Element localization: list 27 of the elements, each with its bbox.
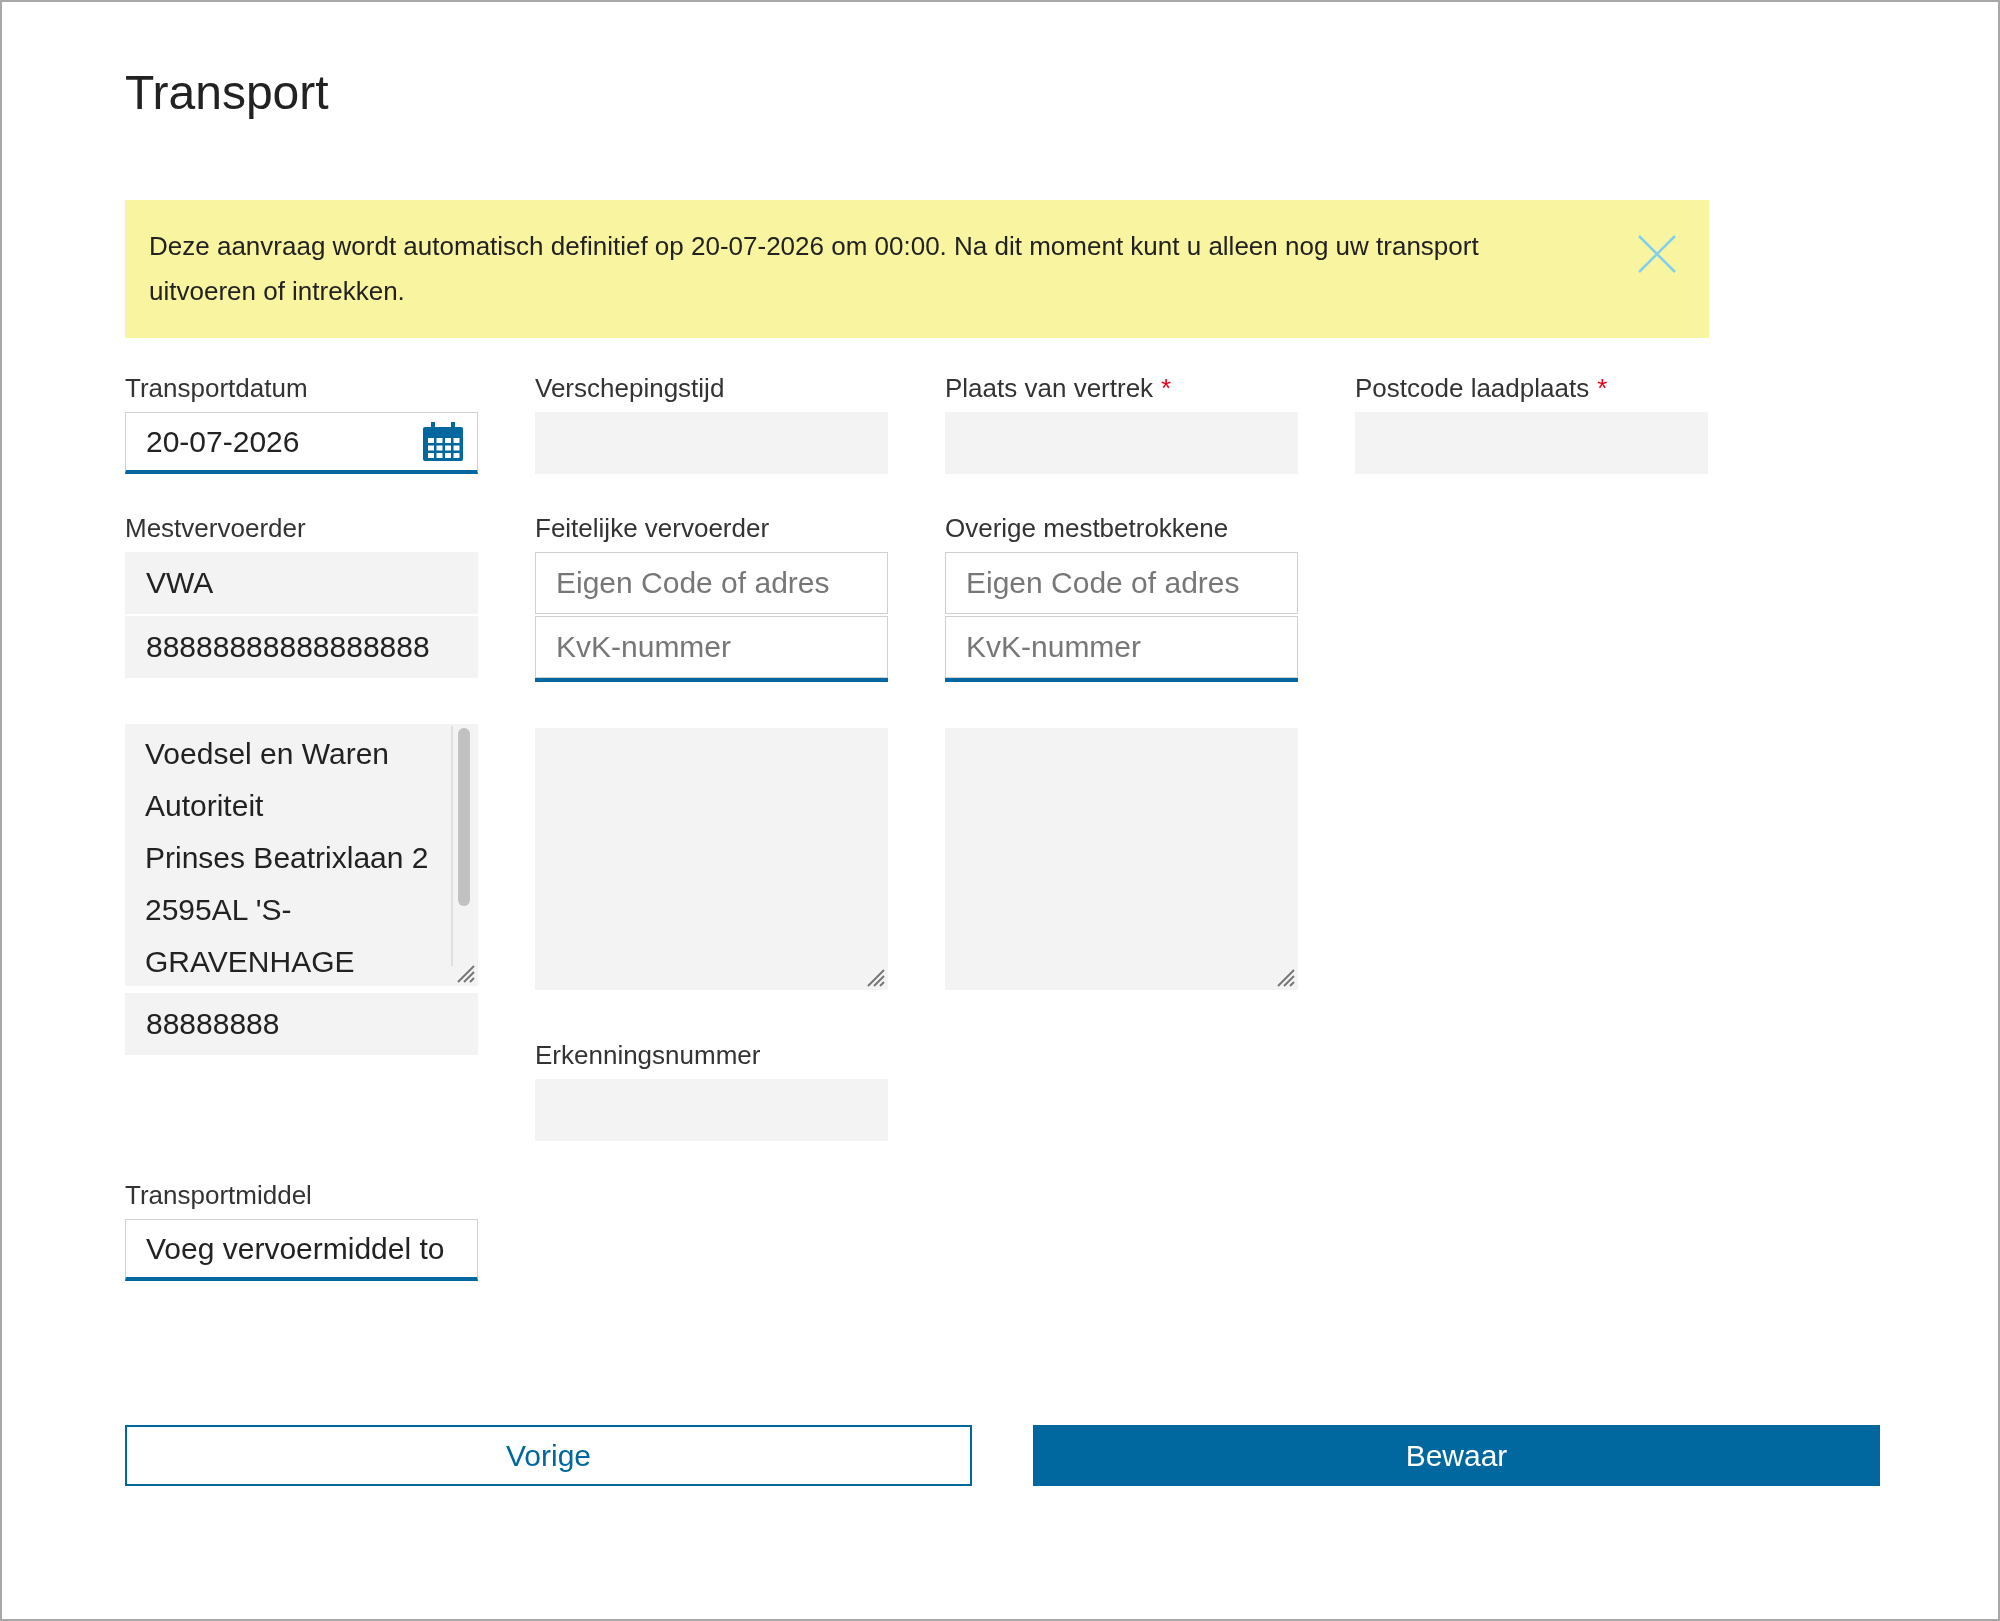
field-label: Feitelijke vervoerder [535, 512, 770, 544]
required-mark: * [1597, 372, 1608, 404]
input-field[interactable]: Eigen Code of adres [535, 552, 888, 614]
date-picker[interactable]: 20-07-2026 [125, 412, 478, 474]
read-only-field[interactable]: 88888888888888888 [125, 616, 478, 678]
input-field[interactable]: KvK-nummer [945, 616, 1298, 678]
input-field[interactable]: KvK-nummer [535, 616, 888, 678]
save-button[interactable]: Bewaar [1033, 1425, 1880, 1486]
field-label: Plaats van vertrek [945, 372, 1154, 404]
field-label: Transportdatum [125, 372, 308, 404]
back-button[interactable]: Vorige [125, 1425, 972, 1486]
input-field[interactable]: Eigen Code of adres [945, 552, 1298, 614]
text-area[interactable]: Voedsel en Waren Autoriteit Prinses Beatrixlaan 2 2595AL 'S-GRAVENHAGE [125, 724, 478, 986]
page-title: Transport [125, 65, 329, 121]
input-field[interactable]: Voeg vervoermiddel to [125, 1219, 478, 1281]
field-label: Verschepingstijd [535, 372, 725, 404]
field-label: Transportmiddel [125, 1179, 312, 1211]
calendar-icon[interactable] [421, 420, 465, 463]
read-only-field[interactable]: 88888888 [125, 993, 478, 1055]
field-label: Mestvervoerder [125, 512, 306, 544]
field-label: Erkenningsnummer [535, 1039, 761, 1071]
notice-text: Deze aanvraag wordt automatisch definitief op 20-07-2026 om 00:00. Na dit moment kunt u alleen nog uw transport uitvoeren of intrekken. [149, 230, 1480, 308]
read-only-field[interactable]: VWA [125, 552, 478, 614]
field-label: Postcode laadplaats [1355, 372, 1590, 404]
required-mark: * [1161, 372, 1172, 404]
field-label: Overige mestbetrokkene [945, 512, 1229, 544]
date-input[interactable]: 20-07-2026 [146, 424, 421, 459]
